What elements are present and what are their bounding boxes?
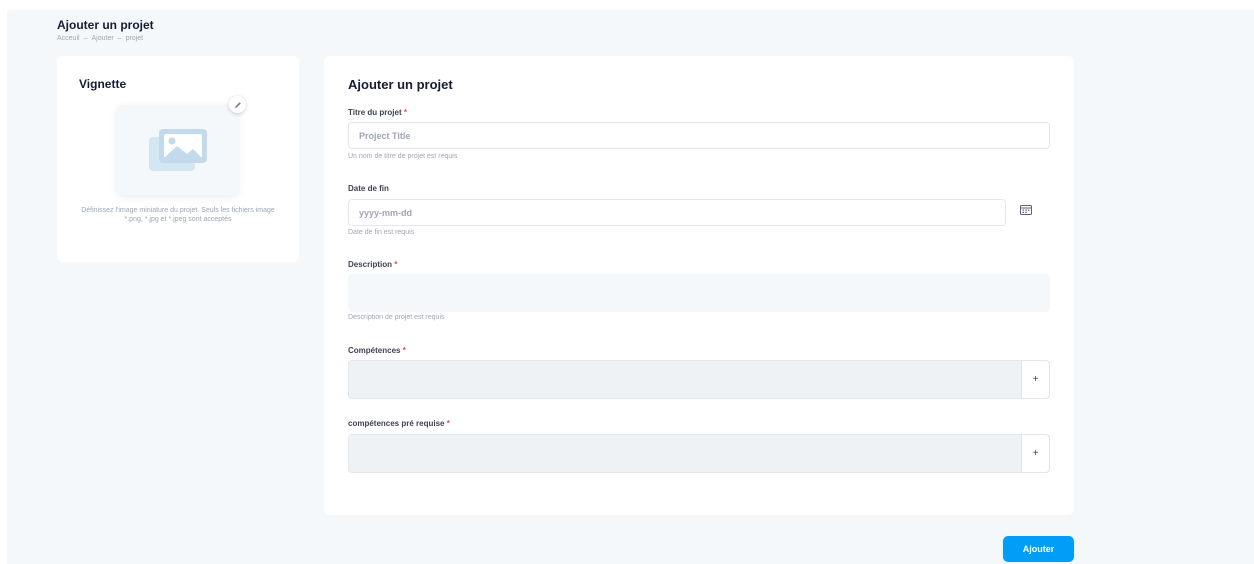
submit-button[interactable]: Ajouter (1003, 536, 1074, 562)
thumbnail-hint: Définissez l'image miniature du projet. … (81, 207, 275, 223)
image-icon (148, 129, 207, 171)
project-title-label-text: Titre du projet (348, 108, 402, 117)
breadcrumb-separator: – (83, 35, 88, 42)
end-date-label: Date de fin (348, 184, 389, 193)
description-hint: Description de projet est requis (348, 314, 445, 321)
project-title-input[interactable] (348, 122, 1050, 149)
end-date-input[interactable] (348, 199, 1006, 226)
prerequisite-skills-label: compétences pré requise * (348, 419, 450, 428)
required-mark: * (394, 260, 398, 269)
breadcrumb-item-project: projet (125, 35, 144, 42)
skills-label-text: Compétences (348, 346, 401, 355)
calendar-icon[interactable] (1020, 205, 1032, 215)
breadcrumb-separator: – (117, 35, 122, 42)
breadcrumb: Acceuil – Ajouter – projet (57, 35, 154, 42)
edit-thumbnail-button[interactable] (229, 96, 246, 113)
required-mark: * (403, 108, 407, 117)
end-date-hint: Date de fin est requis (348, 229, 415, 236)
end-date-label-text: Date de fin (348, 184, 389, 193)
page-title: Ajouter un projet (57, 18, 154, 32)
breadcrumb-item-add[interactable]: Ajouter (91, 35, 113, 42)
prerequisite-skills-tag-input[interactable]: + (348, 434, 1050, 473)
required-mark: * (402, 346, 406, 355)
required-mark: * (446, 419, 450, 428)
skills-label: Compétences * (348, 346, 406, 355)
breadcrumb-item-home[interactable]: Acceuil (57, 35, 80, 42)
form-title: Ajouter un projet (348, 77, 453, 92)
skills-tag-input[interactable]: + (348, 360, 1050, 399)
page-toolbar: Ajouter un projet Acceuil – Ajouter – pr… (57, 18, 154, 42)
project-title-label: Titre du projet * (348, 108, 407, 117)
project-form-card: Ajouter un projet Titre du projet * Un n… (324, 56, 1074, 515)
add-prerequisite-skill-button[interactable]: + (1021, 435, 1049, 472)
thumbnail-preview[interactable] (117, 105, 238, 195)
description-label: Description * (348, 260, 397, 269)
add-skill-button[interactable]: + (1021, 361, 1049, 398)
pencil-icon (234, 101, 241, 108)
thumbnail-card-title: Vignette (79, 77, 127, 91)
project-title-hint: Un nom de titre de projet est requis (348, 153, 458, 160)
description-label-text: Description (348, 260, 393, 269)
page-background: Ajouter un projet Acceuil – Ajouter – pr… (7, 10, 1254, 564)
description-textarea[interactable] (348, 274, 1050, 312)
prerequisite-skills-label-text: compétences pré requise (348, 419, 445, 428)
thumbnail-card: Vignette Définissez l'image miniature du… (57, 56, 299, 262)
